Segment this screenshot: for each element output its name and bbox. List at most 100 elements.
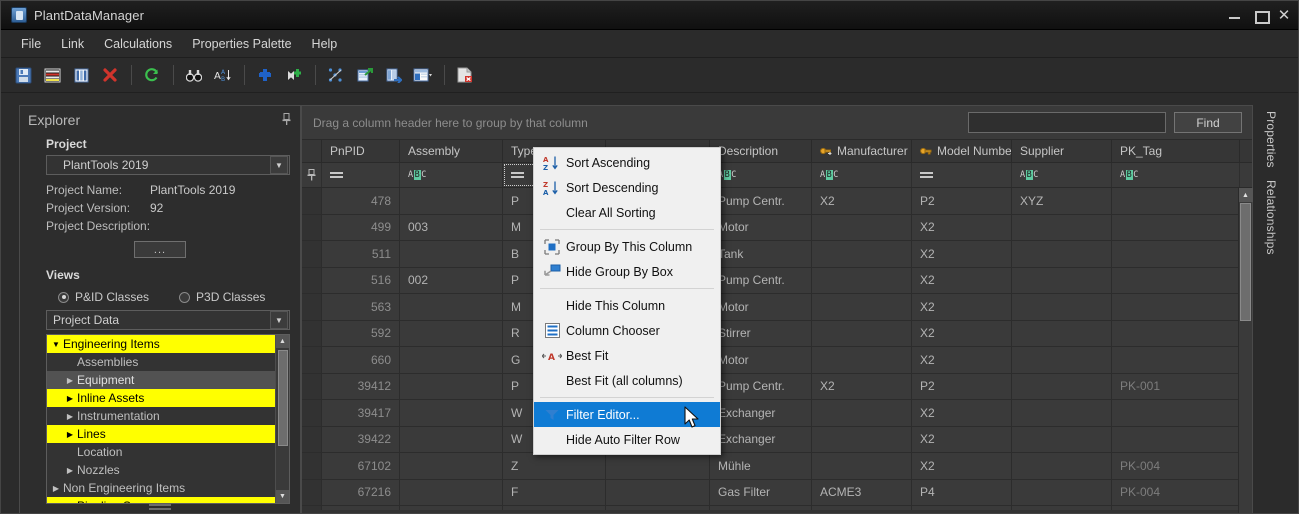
columns-icon[interactable] (67, 62, 95, 88)
cell-pnpid[interactable]: 39422 (322, 426, 400, 452)
cell-pk-tag[interactable] (1112, 400, 1240, 426)
table-row[interactable]: 478 P Pump Centr. X2 P2 XYZ (302, 188, 1252, 215)
tree-item-non-engineering-items[interactable]: ▶ Non Engineering Items (47, 479, 275, 497)
table-row[interactable]: 67216 F Gas Filter ACME3 P4 PK-004 (302, 479, 1252, 506)
cell-manufacturer[interactable]: ACME3 (812, 479, 912, 505)
sort-ab-icon[interactable]: AAB (209, 62, 237, 88)
cell-pk-tag[interactable] (1112, 188, 1240, 214)
project-data-combo[interactable]: Project Data ▼ (46, 310, 290, 330)
tree-item-equipment[interactable]: ▶ Equipment (47, 371, 275, 389)
filter-model-number[interactable] (912, 163, 1012, 187)
cell-equipment[interactable] (606, 453, 710, 479)
cell-description[interactable]: Pump Centr. (710, 188, 812, 214)
cell-assembly[interactable] (400, 506, 503, 510)
chevron-down-icon[interactable]: ▼ (270, 156, 288, 174)
expander-icon[interactable]: ▶ (49, 484, 63, 493)
grid-vertical-scrollbar[interactable]: ▲ (1238, 188, 1253, 513)
cell-assembly[interactable] (400, 426, 503, 452)
filter-pk-tag[interactable]: ABC (1112, 163, 1240, 187)
cell-model-number[interactable]: P2 (912, 373, 1012, 399)
cell-description[interactable]: Gas Filter (710, 479, 812, 505)
binoculars-find-icon[interactable] (180, 62, 208, 88)
cell-pnpid[interactable]: 67216 (322, 479, 400, 505)
cell-model-number[interactable]: P4 (912, 479, 1012, 505)
expander-icon[interactable]: ▶ (63, 376, 77, 385)
cell-pnpid[interactable]: 100182 (322, 506, 400, 510)
cell-manufacturer[interactable] (812, 267, 912, 293)
cell-supplier[interactable] (1012, 347, 1112, 373)
cell-model-number[interactable]: X2 (912, 347, 1012, 373)
cell-model-number[interactable]: X2 (912, 453, 1012, 479)
cell-pnpid[interactable]: 516 (322, 267, 400, 293)
table-row[interactable]: 592 R Stirrer X2 (302, 320, 1252, 347)
cell-model-number[interactable]: X2 (912, 400, 1012, 426)
tree-item-engineering-items[interactable]: ▼ Engineering Items (47, 335, 275, 353)
tree-scroll-thumb[interactable] (277, 350, 288, 446)
table-row[interactable]: 39422 W Exchanger X2 (302, 426, 1252, 453)
cell-pnpid[interactable]: 499 (322, 214, 400, 240)
cell-manufacturer[interactable] (812, 241, 912, 267)
cell-model-number[interactable]: X2 (912, 294, 1012, 320)
menu-column-chooser[interactable]: Column Chooser (534, 318, 720, 343)
table-row[interactable]: 499 003 M Motor X2 (302, 214, 1252, 241)
cell-manufacturer[interactable] (812, 347, 912, 373)
tab-properties[interactable]: Properties (1257, 105, 1285, 174)
cell-description[interactable]: Tank (710, 241, 812, 267)
menu-hide-group-by-box[interactable]: Hide Group By Box (534, 259, 720, 284)
cell-assembly[interactable] (400, 294, 503, 320)
menu-sort-ascending[interactable]: AZ Sort Ascending (534, 150, 720, 175)
filter-description[interactable]: ABC (710, 163, 812, 187)
cell-supplier[interactable] (1012, 400, 1112, 426)
cell-type[interactable]: P (503, 506, 606, 510)
menu-group-by-this-column[interactable]: Group By This Column (534, 234, 720, 259)
cell-assembly[interactable] (400, 320, 503, 346)
menu-properties-palette[interactable]: Properties Palette (182, 33, 301, 55)
table-row[interactable]: 67102 Z Mühle X2 PK-004 (302, 453, 1252, 480)
table-rows-icon[interactable] (38, 62, 66, 88)
tree-item-assemblies[interactable]: Assemblies (47, 353, 275, 371)
expander-icon[interactable]: ▶ (63, 412, 77, 421)
expander-icon[interactable]: ▶ (63, 394, 77, 403)
cell-manufacturer[interactable] (812, 214, 912, 240)
cell-manufacturer[interactable]: X2 (812, 188, 912, 214)
table-row[interactable]: 660 G Motor X2 (302, 347, 1252, 374)
cell-description[interactable]: Mühle (710, 453, 812, 479)
cell-supplier[interactable] (1012, 294, 1112, 320)
cell-assembly[interactable] (400, 373, 503, 399)
cell-assembly[interactable] (400, 188, 503, 214)
cell-assembly[interactable] (400, 347, 503, 373)
radio-p3d-classes[interactable]: P3D Classes (179, 290, 265, 304)
cell-description[interactable]: Pump Centr. (710, 506, 812, 510)
cell-pk-tag[interactable]: PK-001 (1112, 373, 1240, 399)
table-row[interactable]: 516 002 P Pump Centr. X2 (302, 267, 1252, 294)
cell-supplier[interactable] (1012, 479, 1112, 505)
refresh-icon[interactable] (138, 62, 166, 88)
menu-calculations[interactable]: Calculations (94, 33, 182, 55)
cell-description[interactable]: Pump Centr. (710, 267, 812, 293)
cell-model-number[interactable]: X2 (912, 426, 1012, 452)
cell-assembly[interactable] (400, 453, 503, 479)
filter-manufacturer[interactable]: ABC (812, 163, 912, 187)
cell-model-number[interactable]: X2 (912, 267, 1012, 293)
minimize-button[interactable] (1222, 1, 1248, 30)
cell-pk-tag[interactable] (1112, 506, 1240, 510)
cell-supplier[interactable] (1012, 373, 1112, 399)
cell-pk-tag[interactable] (1112, 267, 1240, 293)
tree-item-lines[interactable]: ▶ Lines (47, 425, 275, 443)
cell-assembly[interactable] (400, 241, 503, 267)
save-icon[interactable] (9, 62, 37, 88)
cell-description[interactable]: Motor (710, 214, 812, 240)
expander-icon[interactable]: ▶ (63, 430, 77, 439)
add-plus-icon[interactable] (251, 62, 279, 88)
export-icon[interactable] (351, 62, 379, 88)
cell-description[interactable]: Motor (710, 347, 812, 373)
cell-manufacturer[interactable] (812, 294, 912, 320)
cell-pnpid[interactable]: 478 (322, 188, 400, 214)
cell-manufacturer[interactable]: X2 (812, 373, 912, 399)
cell-pnpid[interactable]: 563 (322, 294, 400, 320)
project-description-button[interactable]: ... (134, 241, 186, 258)
scatter-link-icon[interactable] (322, 62, 350, 88)
header-manufacturer[interactable]: Manufacturer (812, 140, 912, 162)
cell-equipment[interactable] (606, 479, 710, 505)
cell-pnpid[interactable]: 592 (322, 320, 400, 346)
